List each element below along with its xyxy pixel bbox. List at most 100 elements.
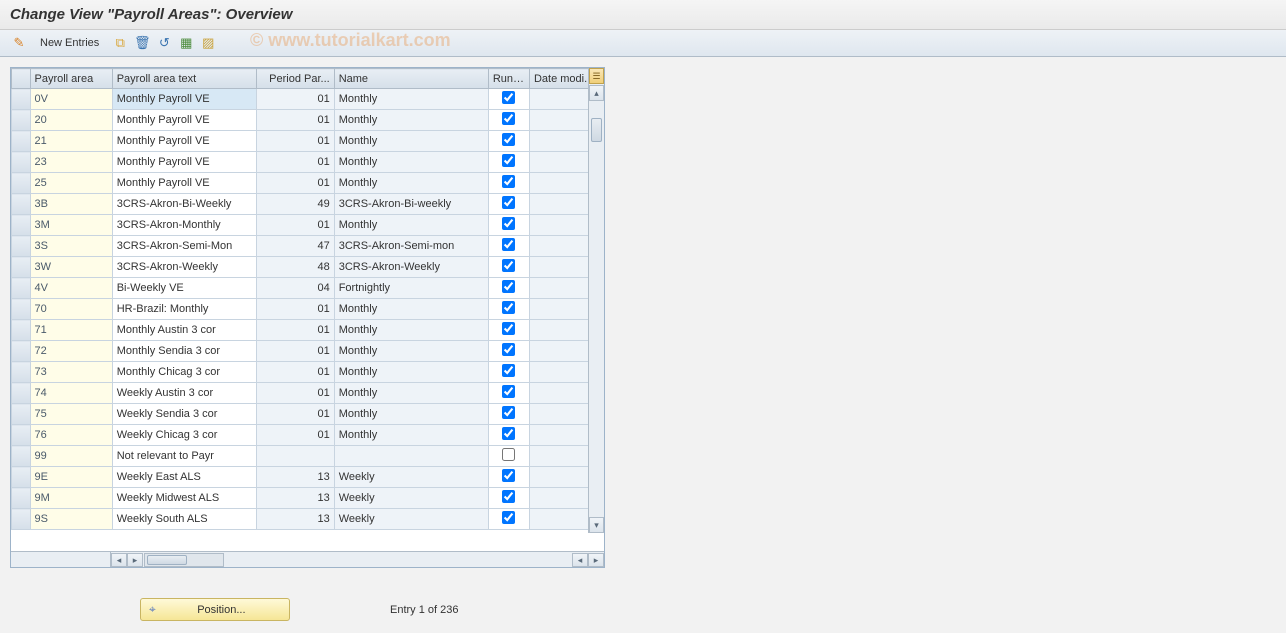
cell-run[interactable]	[488, 467, 529, 488]
cell-payroll-area-text[interactable]: Monthly Payroll VE	[112, 131, 256, 152]
col-period-par[interactable]: Period Par...	[256, 69, 334, 89]
cell-run[interactable]	[488, 131, 529, 152]
cell-run[interactable]	[488, 215, 529, 236]
row-handle[interactable]	[12, 215, 31, 236]
hscroll-right-icon[interactable]: ▸	[127, 553, 143, 567]
table-row[interactable]: 74Weekly Austin 3 cor01Monthly	[12, 383, 604, 404]
row-handle[interactable]	[12, 467, 31, 488]
run-checkbox[interactable]	[502, 196, 515, 209]
table-row[interactable]: 3W3CRS-Akron-Weekly483CRS-Akron-Weekly0	[12, 257, 604, 278]
cell-payroll-area-text[interactable]: Not relevant to Payr	[112, 446, 256, 467]
hscroll-left-icon[interactable]: ◂	[111, 553, 127, 567]
cell-payroll-area[interactable]: 23	[30, 152, 112, 173]
row-handle[interactable]	[12, 152, 31, 173]
run-checkbox[interactable]	[502, 280, 515, 293]
row-handle[interactable]	[12, 236, 31, 257]
row-handle[interactable]	[12, 362, 31, 383]
row-handle[interactable]	[12, 131, 31, 152]
row-selector-header[interactable]	[12, 69, 31, 89]
run-checkbox[interactable]	[502, 427, 515, 440]
cell-payroll-area[interactable]: 21	[30, 131, 112, 152]
row-handle[interactable]	[12, 110, 31, 131]
cell-payroll-area[interactable]: 74	[30, 383, 112, 404]
run-checkbox[interactable]	[502, 301, 515, 314]
run-checkbox[interactable]	[502, 490, 515, 503]
scroll-thumb[interactable]	[591, 118, 602, 142]
cell-payroll-area-text[interactable]: 3CRS-Akron-Bi-Weekly	[112, 194, 256, 215]
cell-payroll-area-text[interactable]: Monthly Payroll VE	[112, 173, 256, 194]
col-name[interactable]: Name	[334, 69, 488, 89]
cell-payroll-area-text[interactable]: Weekly East ALS	[112, 467, 256, 488]
cell-payroll-area-text[interactable]: Monthly Austin 3 cor	[112, 320, 256, 341]
run-checkbox[interactable]	[502, 133, 515, 146]
cell-run[interactable]	[488, 488, 529, 509]
table-row[interactable]: 21Monthly Payroll VE01Monthly	[12, 131, 604, 152]
run-checkbox[interactable]	[502, 217, 515, 230]
cell-payroll-area-text[interactable]: Monthly Payroll VE	[112, 89, 256, 110]
row-handle[interactable]	[12, 320, 31, 341]
cell-payroll-area[interactable]: 70	[30, 299, 112, 320]
row-handle[interactable]	[12, 509, 31, 530]
run-checkbox[interactable]	[502, 238, 515, 251]
table-row[interactable]: 25Monthly Payroll VE01Monthly	[12, 173, 604, 194]
cell-payroll-area[interactable]: 25	[30, 173, 112, 194]
cell-payroll-area[interactable]: 9S	[30, 509, 112, 530]
vertical-scrollbar[interactable]: ☰ ▴ ▾	[588, 68, 604, 533]
cell-run[interactable]	[488, 194, 529, 215]
col-run[interactable]: Run ...	[488, 69, 529, 89]
cell-payroll-area-text[interactable]: Weekly South ALS	[112, 509, 256, 530]
cell-run[interactable]	[488, 425, 529, 446]
cell-payroll-area-text[interactable]: Weekly Chicag 3 cor	[112, 425, 256, 446]
deselect-all-icon[interactable]: ▨	[199, 34, 217, 52]
select-all-icon[interactable]: ▦	[177, 34, 195, 52]
table-row[interactable]: 71Monthly Austin 3 cor01Monthly	[12, 320, 604, 341]
cell-run[interactable]	[488, 89, 529, 110]
run-checkbox[interactable]	[502, 112, 515, 125]
cell-payroll-area[interactable]: 3S	[30, 236, 112, 257]
cell-payroll-area[interactable]: 3M	[30, 215, 112, 236]
cell-run[interactable]	[488, 152, 529, 173]
row-handle[interactable]	[12, 194, 31, 215]
cell-payroll-area[interactable]: 75	[30, 404, 112, 425]
table-config-icon[interactable]: ☰	[589, 68, 604, 84]
table-row[interactable]: 0VMonthly Payroll VE01Monthly	[12, 89, 604, 110]
cell-run[interactable]	[488, 257, 529, 278]
cell-payroll-area-text[interactable]: 3CRS-Akron-Monthly	[112, 215, 256, 236]
row-handle[interactable]	[12, 383, 31, 404]
table-row[interactable]: 73Monthly Chicag 3 cor01Monthly	[12, 362, 604, 383]
cell-payroll-area[interactable]: 0V	[30, 89, 112, 110]
cell-payroll-area-text[interactable]: Weekly Austin 3 cor	[112, 383, 256, 404]
cell-payroll-area[interactable]: 71	[30, 320, 112, 341]
run-checkbox[interactable]	[502, 91, 515, 104]
table-row[interactable]: 9EWeekly East ALS13Weekly9	[12, 467, 604, 488]
col-payroll-area[interactable]: Payroll area	[30, 69, 112, 89]
undo-icon[interactable]: ↺	[155, 34, 173, 52]
cell-payroll-area-text[interactable]: 3CRS-Akron-Semi-Mon	[112, 236, 256, 257]
row-handle[interactable]	[12, 299, 31, 320]
cell-run[interactable]	[488, 320, 529, 341]
table-row[interactable]: 75Weekly Sendia 3 cor01Monthly	[12, 404, 604, 425]
scroll-down-icon[interactable]: ▾	[589, 517, 604, 533]
row-handle[interactable]	[12, 278, 31, 299]
cell-payroll-area[interactable]: 99	[30, 446, 112, 467]
toggle-icon[interactable]: ✎	[10, 34, 28, 52]
run-checkbox[interactable]	[502, 343, 515, 356]
cell-payroll-area[interactable]: 72	[30, 341, 112, 362]
cell-run[interactable]	[488, 278, 529, 299]
row-handle[interactable]	[12, 257, 31, 278]
row-handle[interactable]	[12, 89, 31, 110]
cell-payroll-area-text[interactable]: Monthly Chicag 3 cor	[112, 362, 256, 383]
cell-run[interactable]	[488, 509, 529, 530]
cell-payroll-area-text[interactable]: Monthly Payroll VE	[112, 152, 256, 173]
cell-run[interactable]	[488, 383, 529, 404]
hscroll-track[interactable]	[144, 553, 224, 567]
table-row[interactable]: 3M3CRS-Akron-Monthly01Monthly	[12, 215, 604, 236]
run-checkbox[interactable]	[502, 175, 515, 188]
table-row[interactable]: 9MWeekly Midwest ALS13Weekly9	[12, 488, 604, 509]
table-row[interactable]: 99Not relevant to Payr	[12, 446, 604, 467]
cell-run[interactable]	[488, 446, 529, 467]
row-handle[interactable]	[12, 173, 31, 194]
run-checkbox[interactable]	[502, 154, 515, 167]
cell-run[interactable]	[488, 404, 529, 425]
cell-payroll-area[interactable]: 3B	[30, 194, 112, 215]
